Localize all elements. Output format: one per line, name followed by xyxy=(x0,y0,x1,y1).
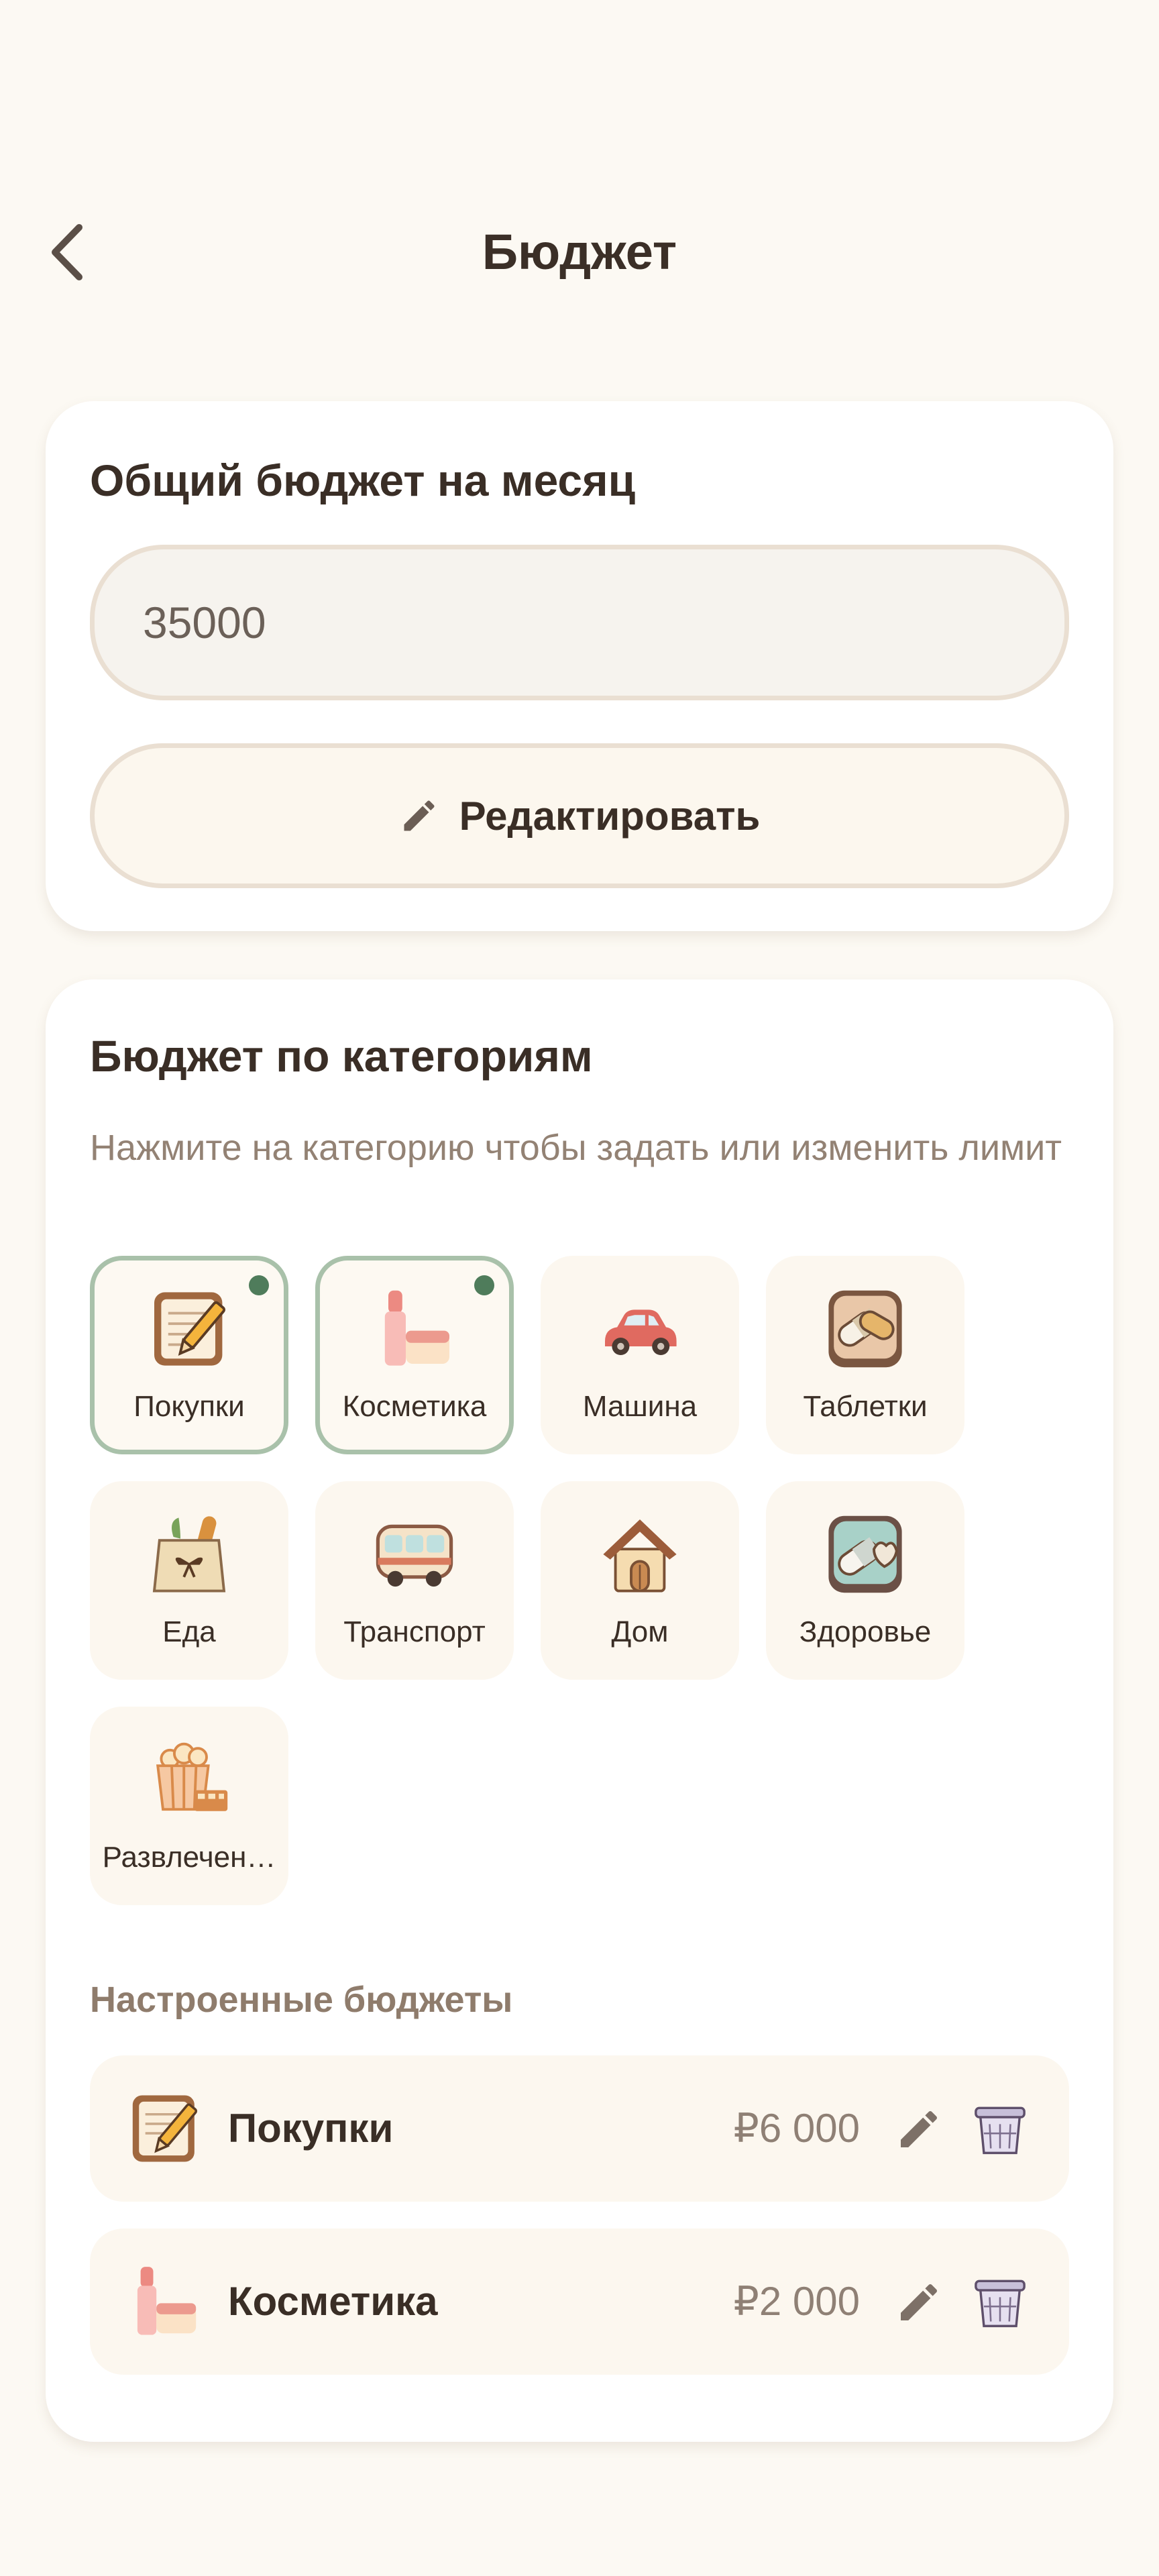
budget-amount: ₽2 000 xyxy=(733,2279,860,2324)
budget-amount: ₽6 000 xyxy=(733,2106,860,2151)
category-label: Транспорт xyxy=(343,1615,486,1648)
category-tile-pills[interactable]: Таблетки xyxy=(766,1256,964,1454)
category-tile-health[interactable]: Здоровье xyxy=(766,1481,964,1680)
trash-basket-icon[interactable] xyxy=(971,2101,1029,2159)
grocery-bag-icon xyxy=(152,1516,226,1593)
house-icon xyxy=(603,1519,677,1593)
pills-icon xyxy=(828,1290,902,1368)
monthly-budget-card: Общий бюджет на месяц Редактировать xyxy=(46,401,1113,931)
category-tile-food[interactable]: Еда xyxy=(90,1481,288,1680)
category-label: Еда xyxy=(162,1615,216,1648)
category-label: Дом xyxy=(611,1615,669,1648)
budget-set-indicator xyxy=(474,1275,494,1295)
popcorn-film-icon xyxy=(156,1742,228,1811)
category-label: Таблетки xyxy=(803,1390,928,1423)
notepad-pencil-icon xyxy=(132,2095,198,2162)
monthly-budget-title: Общий бюджет на месяц xyxy=(90,455,636,505)
edit-budget-button[interactable]: Редактировать xyxy=(90,743,1069,888)
category-label: Косметика xyxy=(342,1390,487,1423)
category-budget-title: Бюджет по категориям xyxy=(90,1031,593,1081)
category-tile-car[interactable]: Машина xyxy=(541,1256,739,1454)
health-pills-icon xyxy=(828,1515,902,1593)
category-tile-entertainment[interactable]: Развлечен… xyxy=(90,1707,288,1905)
pencil-icon xyxy=(404,800,435,831)
budget-set-indicator xyxy=(249,1275,269,1295)
lipstick-cream-icon xyxy=(384,1290,449,1366)
category-tile-shopping[interactable]: Покупки xyxy=(90,1256,288,1454)
car-icon xyxy=(605,1309,677,1355)
category-tile-transport[interactable]: Транспорт xyxy=(315,1481,514,1680)
trash-basket-icon[interactable] xyxy=(971,2274,1029,2332)
top-bar: Бюджет xyxy=(0,201,1159,302)
page-title: Бюджет xyxy=(482,224,677,280)
budget-category-name: Покупки xyxy=(228,2106,394,2151)
monthly-budget-input[interactable] xyxy=(90,545,1069,700)
category-label: Развлечен… xyxy=(102,1841,276,1874)
bus-icon xyxy=(376,1524,453,1587)
configured-budgets-title: Настроенные бюджеты xyxy=(90,1980,513,2020)
category-hint: Нажмите на категорию чтобы задать или из… xyxy=(90,1128,1062,1168)
category-label: Здоровье xyxy=(799,1615,932,1648)
category-label: Машина xyxy=(582,1390,698,1423)
configured-budget-row-cosmetics[interactable]: Косметика ₽2 000 xyxy=(90,2229,1069,2375)
pencil-icon[interactable] xyxy=(895,2105,943,2153)
lipstick-cream-icon xyxy=(137,2267,197,2335)
category-budget-card: Бюджет по категориям Нажмите на категори… xyxy=(46,979,1113,2442)
pencil-icon[interactable] xyxy=(895,2278,943,2326)
notepad-pencil-icon xyxy=(154,1292,226,1366)
edit-budget-label: Редактировать xyxy=(459,793,761,839)
configured-budget-row-shopping[interactable]: Покупки ₽6 000 xyxy=(90,2055,1069,2202)
budget-category-name: Косметика xyxy=(228,2279,438,2324)
category-tile-home[interactable]: Дом xyxy=(541,1481,739,1680)
category-tile-cosmetics[interactable]: Косметика xyxy=(315,1256,514,1454)
category-label: Покупки xyxy=(133,1390,245,1423)
